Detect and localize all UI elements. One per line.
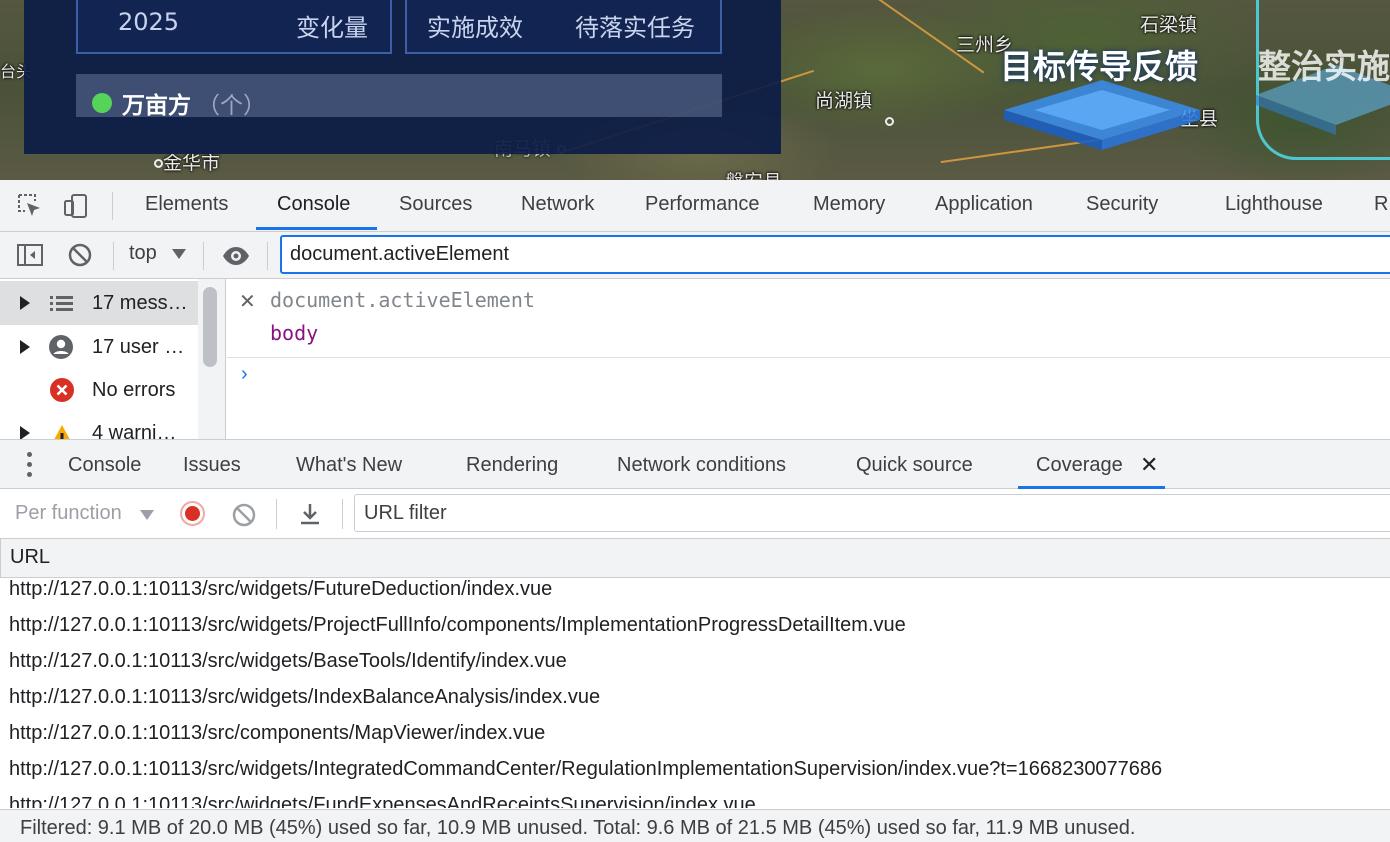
row-unit: （个） <box>197 93 266 119</box>
sidebar-toggle-icon[interactable] <box>16 241 44 269</box>
coverage-mode-select[interactable]: Per function <box>15 502 122 525</box>
column-header-label: URL <box>10 546 51 568</box>
coverage-url-list: http://127.0.0.1:10113/src/widgets/Futur… <box>0 578 1390 808</box>
sidebar-item-label: 17 user … <box>92 335 185 358</box>
place-dot <box>885 110 894 132</box>
drawer-tab-network-conditions[interactable]: Network conditions <box>617 454 786 477</box>
year-label: 2025 <box>118 8 180 36</box>
inspect-element-icon[interactable] <box>16 192 44 220</box>
devtools-panel: Elements Console Sources Network Perform… <box>0 180 1390 842</box>
sidebar-item-messages[interactable]: 17 mess… <box>0 281 198 325</box>
place-label: 尚湖镇 <box>815 90 873 112</box>
supervision-title[interactable]: 整治实施监管 <box>1258 40 1390 88</box>
drawer-tab-whats-new[interactable]: What's New <box>296 454 402 477</box>
tab-memory[interactable]: Memory <box>813 193 885 216</box>
sidebar-scrollbar[interactable] <box>198 279 226 439</box>
divider <box>227 357 1390 358</box>
expand-arrow-icon[interactable] <box>20 340 30 354</box>
download-icon[interactable] <box>297 501 323 527</box>
warning-icon <box>54 425 70 439</box>
table-row[interactable]: http://127.0.0.1:10113/src/widgets/Futur… <box>9 578 552 601</box>
drawer-tab-console[interactable]: Console <box>68 454 141 477</box>
row-title-text: 万亩方 <box>122 93 191 119</box>
tab-overflow[interactable]: R <box>1374 193 1388 216</box>
tab-console[interactable]: Console <box>277 193 350 216</box>
divider <box>113 242 114 270</box>
console-command: document.activeElement <box>270 288 535 312</box>
tab-elements[interactable]: Elements <box>145 193 228 216</box>
more-options-icon[interactable] <box>27 452 33 482</box>
drawer-tab-coverage[interactable]: Coverage <box>1036 454 1123 477</box>
console-filter-input[interactable]: document.activeElement <box>280 235 1390 274</box>
expand-arrow-icon[interactable] <box>20 426 30 439</box>
tab-security[interactable]: Security <box>1086 193 1158 216</box>
divider <box>203 242 204 270</box>
tab-lighthouse[interactable]: Lighthouse <box>1225 193 1323 216</box>
pending-column-label: 待落实任务 <box>575 14 695 42</box>
divider <box>267 242 268 270</box>
coverage-summary-bar: Filtered: 9.1 MB of 20.0 MB (45%) used s… <box>0 809 1390 842</box>
divider <box>276 499 277 529</box>
sidebar-item-label: No errors <box>92 378 176 401</box>
sidebar-item-warnings[interactable]: 4 warni… <box>0 411 198 439</box>
expand-arrow-icon[interactable] <box>20 296 30 310</box>
close-coverage-icon[interactable]: ✕ <box>1140 452 1158 478</box>
device-toolbar-icon[interactable] <box>62 192 90 220</box>
chevron-down-icon[interactable] <box>172 249 186 259</box>
table-row[interactable]: http://127.0.0.1:10113/src/widgets/Index… <box>9 686 600 709</box>
statistics-panel: 2025 变化量 实施成效 待落实任务 万亩方 （个） <box>24 0 781 154</box>
place-label: 磐安县 <box>725 167 782 180</box>
tab-application[interactable]: Application <box>935 193 1033 216</box>
status-dot-icon <box>92 93 112 113</box>
effect-column-label: 实施成效 <box>427 14 523 42</box>
console-sidebar: 17 mess… 17 user … No errors 4 warni… <box>0 279 198 439</box>
change-column-label: 变化量 <box>296 14 368 42</box>
chevron-down-icon[interactable] <box>140 510 154 520</box>
list-icon <box>50 296 73 311</box>
sidebar-item-errors[interactable]: No errors <box>0 368 198 412</box>
devtools-tabbar: Elements Console Sources Network Perform… <box>0 180 1390 232</box>
context-selector[interactable]: top <box>129 242 157 265</box>
year-stat-box[interactable]: 2025 变化量 <box>76 0 392 54</box>
table-row[interactable]: http://127.0.0.1:10113/src/components/Ma… <box>9 722 545 745</box>
tab-sources[interactable]: Sources <box>399 193 472 216</box>
drawer-tab-issues[interactable]: Issues <box>183 454 241 477</box>
console-result[interactable]: body <box>270 321 318 345</box>
error-icon <box>50 378 74 402</box>
tab-performance[interactable]: Performance <box>645 193 760 216</box>
record-button[interactable] <box>180 501 205 526</box>
console-output: ✕ document.activeElement body › <box>227 279 1390 439</box>
user-icon <box>49 335 73 359</box>
url-column-header[interactable]: URL <box>0 539 1390 578</box>
row-title: 万亩方 （个） <box>92 86 266 120</box>
coverage-toolbar: Per function URL filter <box>0 489 1390 539</box>
clear-console-icon[interactable] <box>66 241 94 269</box>
coverage-summary: Filtered: 9.1 MB of 20.0 MB (45%) used s… <box>20 817 1136 839</box>
feedback-title[interactable]: 目标传导反馈 <box>1000 40 1198 88</box>
table-row[interactable]: http://127.0.0.1:10113/src/widgets/BaseT… <box>9 650 567 673</box>
divider <box>112 192 113 220</box>
divider <box>342 499 343 529</box>
close-icon[interactable]: ✕ <box>239 289 256 314</box>
place-label: 石梁镇 <box>1140 14 1198 36</box>
active-tab-indicator <box>256 227 377 230</box>
console-prompt[interactable]: › <box>241 363 248 386</box>
scrollbar-thumb[interactable] <box>203 287 217 367</box>
sidebar-item-label: 17 mess… <box>92 291 188 314</box>
table-row[interactable]: http://127.0.0.1:10113/src/widgets/Integ… <box>9 758 1162 781</box>
drawer-tab-rendering[interactable]: Rendering <box>466 454 558 477</box>
url-filter-input[interactable]: URL filter <box>354 494 1390 532</box>
drawer-tab-quick-source[interactable]: Quick source <box>856 454 973 477</box>
sidebar-item-label: 4 warni… <box>92 421 177 440</box>
sidebar-item-user-messages[interactable]: 17 user … <box>0 325 198 369</box>
clear-icon[interactable] <box>231 502 257 528</box>
live-expression-eye-icon[interactable] <box>221 242 251 270</box>
drawer-tabbar: Console Issues What's New Rendering Netw… <box>0 439 1390 489</box>
map-viewer[interactable]: 台头 金华市 南马镇 磐安县 尚湖镇 三州乡 石梁镇 坐县 2025 变化量 实… <box>0 0 1390 180</box>
tab-network[interactable]: Network <box>521 193 594 216</box>
effect-stat-box[interactable]: 实施成效 待落实任务 <box>405 0 722 54</box>
table-row[interactable]: http://127.0.0.1:10113/src/widgets/FundE… <box>9 794 756 808</box>
table-row[interactable]: http://127.0.0.1:10113/src/widgets/Proje… <box>9 614 906 637</box>
console-toolbar: top document.activeElement <box>0 232 1390 279</box>
